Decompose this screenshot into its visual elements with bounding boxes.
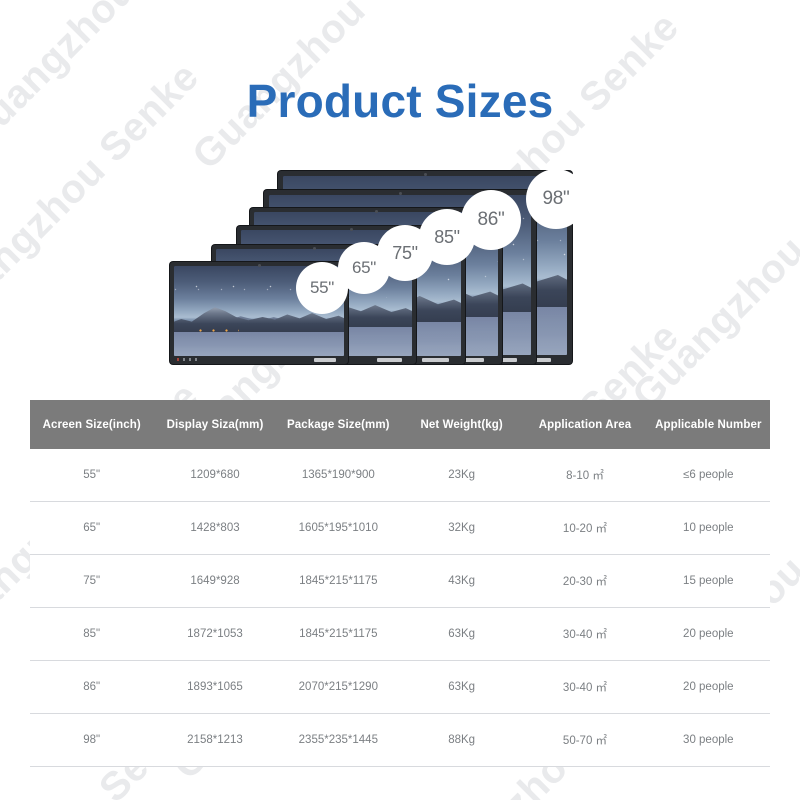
table-body: 55" 1209*680 1365*190*900 23Kg 8-10 ㎡ ≤6 peop… xyxy=(30,449,770,767)
power-indicator-icon xyxy=(177,358,180,361)
camera-icon xyxy=(349,228,353,231)
watermark-text: Guangzhou Senke xyxy=(624,775,800,800)
cell-r2-c1: 1649*928 xyxy=(153,554,277,608)
table-row: 86" 1893*1065 2070*215*1290 63Kg 30-40 ㎡ 20 p… xyxy=(30,660,770,714)
cell-r0-c2: 1365*190*900 xyxy=(276,449,400,502)
cell-r1-c2: 1605*195*1010 xyxy=(276,501,400,555)
camera-icon xyxy=(398,192,402,195)
cell-r3-c0: 85" xyxy=(30,607,154,661)
column-header-3: Net Weight(kg) xyxy=(399,400,524,449)
column-header-0: Acreen Size(inch) xyxy=(30,400,154,449)
size-badge-98in: 98" xyxy=(526,169,586,229)
cell-r4-c4: 30-40 ㎡ xyxy=(523,660,647,714)
camera-icon xyxy=(257,264,261,267)
cell-r0-c4: 8-10 ㎡ xyxy=(523,449,647,502)
cell-r0-c5: ≤6 people xyxy=(646,449,770,502)
cell-r3-c5: 20 people xyxy=(646,607,770,661)
camera-icon xyxy=(374,210,378,213)
cell-r4-c3: 63Kg xyxy=(399,660,524,714)
cell-r5-c5: 30 people xyxy=(646,713,770,767)
cell-r1-c0: 65" xyxy=(30,501,154,555)
cell-r2-c0: 75" xyxy=(30,554,154,608)
cell-r4-c2: 2070*215*1290 xyxy=(276,660,400,714)
cell-r5-c2: 2355*235*1445 xyxy=(276,713,400,767)
cell-r4-c5: 20 people xyxy=(646,660,770,714)
cell-r0-c3: 23Kg xyxy=(399,449,524,502)
column-header-1: Display Siza(mm) xyxy=(153,400,277,449)
cell-r4-c0: 86" xyxy=(30,660,154,714)
cell-r1-c1: 1428*803 xyxy=(153,501,277,555)
brand-bar xyxy=(377,358,402,362)
cell-r2-c4: 20-30 ㎡ xyxy=(523,554,647,608)
cell-r2-c5: 15 people xyxy=(646,554,770,608)
table-row: 98" 2158*1213 2355*235*1445 88Kg 50-70 ㎡ 30 p… xyxy=(30,713,770,767)
cell-r5-c4: 50-70 ㎡ xyxy=(523,713,647,767)
cell-r1-c3: 32Kg xyxy=(399,501,524,555)
cell-r0-c1: 1209*680 xyxy=(153,449,277,502)
cell-r2-c3: 43Kg xyxy=(399,554,524,608)
brand-bar xyxy=(314,358,336,362)
table-row: 55" 1209*680 1365*190*900 23Kg 8-10 ㎡ ≤6 peop… xyxy=(30,449,770,502)
cell-r3-c2: 1845*215*1175 xyxy=(276,607,400,661)
table-header-row: Acreen Size(inch) Display Siza(mm) Package… xyxy=(30,400,770,449)
lake-water xyxy=(174,331,344,356)
table-header: Acreen Size(inch) Display Siza(mm) Package… xyxy=(30,400,770,449)
column-header-2: Package Size(mm) xyxy=(276,400,400,449)
cell-r3-c3: 63Kg xyxy=(399,607,524,661)
table-row: 85" 1872*1053 1845*215*1175 63Kg 30-40 ㎡ 20 p… xyxy=(30,607,770,661)
product-size-comparison-illustration: 55" 65" 75" 85" 86" 98" xyxy=(0,0,800,380)
cell-r5-c0: 98" xyxy=(30,713,154,767)
page-title: Product Sizes xyxy=(246,75,554,127)
column-header-4: Application Area xyxy=(523,400,647,449)
camera-icon xyxy=(312,247,316,250)
camera-icon xyxy=(423,173,427,176)
cell-r3-c1: 1872*1053 xyxy=(153,607,277,661)
brand-bar xyxy=(421,358,450,362)
cell-r3-c4: 30-40 ㎡ xyxy=(523,607,647,661)
cell-r1-c5: 10 people xyxy=(646,501,770,555)
cell-r1-c4: 10-20 ㎡ xyxy=(523,501,647,555)
column-header-5: Applicable Number xyxy=(646,400,770,449)
cell-r5-c1: 2158*1213 xyxy=(153,713,277,767)
table-row: 65" 1428*803 1605*195*1010 32Kg 10-20 ㎡ 10 pe… xyxy=(30,501,770,555)
table-row: 75" 1649*928 1845*215*1175 43Kg 20-30 ㎡ 15 pe… xyxy=(30,554,770,608)
cell-r5-c3: 88Kg xyxy=(399,713,524,767)
front-control-buttons[interactable] xyxy=(177,358,199,361)
size-badge-86in: 86" xyxy=(461,190,521,250)
cell-r2-c2: 1845*215*1175 xyxy=(276,554,400,608)
product-spec-table: Acreen Size(inch) Display Siza(mm) Package… xyxy=(30,400,770,767)
cell-r0-c0: 55" xyxy=(30,449,154,502)
cell-r4-c1: 1893*1065 xyxy=(153,660,277,714)
